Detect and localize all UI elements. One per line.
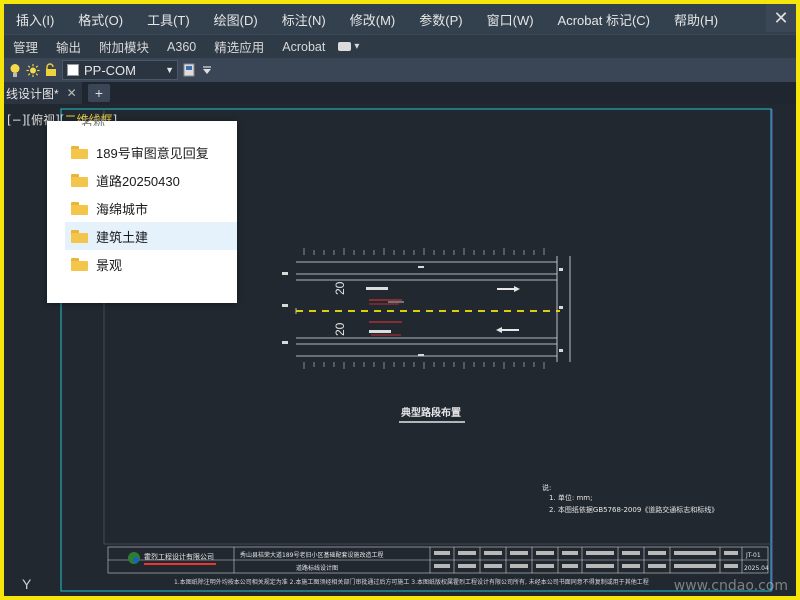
- menu-help[interactable]: 帮助(H): [662, 10, 730, 29]
- drawing-number: JT-01: [745, 552, 761, 559]
- ribbon-tab-a360[interactable]: A360: [158, 40, 205, 54]
- list-item-selected[interactable]: 建筑土建: [65, 222, 237, 250]
- document-tab-bar: 线设计图* ✕ +: [4, 82, 796, 104]
- ribbon-tab-addins[interactable]: 附加模块: [90, 37, 158, 56]
- ribbon-tab-acrobat[interactable]: Acrobat: [273, 40, 334, 54]
- lane-width-bottom: 20: [333, 322, 347, 336]
- list-item[interactable]: 189号审图意见回复: [65, 138, 237, 166]
- lane-width-top: 20: [333, 281, 347, 295]
- folder-icon: [71, 173, 88, 187]
- folder-name: 189号审图意见回复: [96, 145, 209, 161]
- message-icon: [338, 42, 352, 51]
- menu-bar: 插入(I) 格式(O) 工具(T) 绘图(D) 标注(N) 修改(M) 参数(P…: [4, 4, 796, 34]
- menu-window[interactable]: 窗口(W): [475, 10, 546, 29]
- menu-tools[interactable]: 工具(T): [135, 10, 202, 29]
- color-swatch: [67, 64, 79, 76]
- project-name: 秀山县桔荣大道189号老旧小区基础配套设施改造工程: [240, 551, 383, 559]
- autocad-window: 插入(I) 格式(O) 工具(T) 绘图(D) 标注(N) 修改(M) 参数(P…: [4, 4, 796, 596]
- sun-icon[interactable]: [26, 62, 40, 78]
- company-name: 霍烈工程设计有限公司: [144, 552, 214, 561]
- ribbon-tab-output[interactable]: 输出: [47, 37, 90, 56]
- close-icon[interactable]: ✕: [766, 4, 796, 32]
- folder-icon: [71, 257, 88, 271]
- layer-state-icon[interactable]: [182, 62, 196, 78]
- drawing-date: 2025.04: [744, 565, 769, 572]
- menu-dimension[interactable]: 标注(N): [270, 10, 338, 29]
- lock-icon[interactable]: [44, 62, 58, 78]
- list-item[interactable]: 景观: [65, 250, 237, 278]
- layer-toolbar: PP-COM ▼: [4, 58, 796, 82]
- note-1: 1. 单位: mm;: [549, 493, 592, 502]
- lightbulb-icon[interactable]: [8, 62, 22, 78]
- folder-name: 景观: [96, 257, 123, 273]
- more-icon[interactable]: [200, 62, 214, 78]
- folder-icon: [71, 229, 88, 243]
- list-item[interactable]: 海绵城市: [65, 194, 237, 222]
- folder-name: 建筑土建: [96, 229, 149, 245]
- ucs-icon: Y: [22, 576, 32, 592]
- section-title: 典型路段布置: [401, 406, 461, 419]
- title-block-cells: [434, 551, 738, 568]
- watermark: www.cndao.com: [673, 578, 788, 594]
- menu-draw[interactable]: 绘图(D): [202, 10, 270, 29]
- chevron-down-icon: ▾: [354, 41, 360, 52]
- tab-close-icon[interactable]: ✕: [67, 86, 77, 100]
- menu-modify[interactable]: 修改(M): [338, 10, 408, 29]
- column-header-name: 名称: [81, 116, 106, 126]
- folder-icon: [71, 145, 88, 159]
- notes-title: 说:: [542, 483, 551, 492]
- ribbon-tab-featured-apps[interactable]: 精选应用: [205, 37, 273, 56]
- list-item[interactable]: 道路20250430: [65, 166, 237, 194]
- layer-dropdown[interactable]: PP-COM ▼: [62, 60, 178, 80]
- drawing-name: 道路标线设计图: [296, 564, 338, 572]
- new-tab-button[interactable]: +: [88, 84, 110, 102]
- menu-format[interactable]: 格式(O): [66, 10, 135, 29]
- dropdown-arrow-icon: ▼: [165, 65, 174, 75]
- layer-name: PP-COM: [84, 62, 136, 78]
- menu-parametric[interactable]: 参数(P): [407, 10, 474, 29]
- tab-document[interactable]: 线设计图* ✕: [4, 82, 82, 104]
- menu-insert[interactable]: 插入(I): [4, 10, 66, 29]
- tab-document-label: 线设计图*: [6, 86, 59, 101]
- ribbon-tab-manage[interactable]: 管理: [4, 37, 47, 56]
- menu-acrobat-markup[interactable]: Acrobat 标记(C): [546, 10, 662, 29]
- ribbon-options-dropdown[interactable]: ▾: [338, 41, 359, 52]
- folder-icon: [71, 201, 88, 215]
- folder-list-popup: 名称 189号审图意见回复 道路20250430 海绵城市 建筑土建 景观: [47, 116, 237, 303]
- footer-notes: 1.本图纸除注明外均按本公司相关规定为准 2.本施工图须经相关部门审批通过后方可…: [174, 578, 649, 586]
- folder-name: 海绵城市: [96, 201, 149, 217]
- folder-name: 道路20250430: [96, 173, 180, 189]
- ribbon-tabs: 管理 输出 附加模块 A360 精选应用 Acrobat ▾: [4, 34, 796, 58]
- note-2: 2. 本图纸依据GB5768-2009《道路交通标志和标线》: [549, 505, 718, 514]
